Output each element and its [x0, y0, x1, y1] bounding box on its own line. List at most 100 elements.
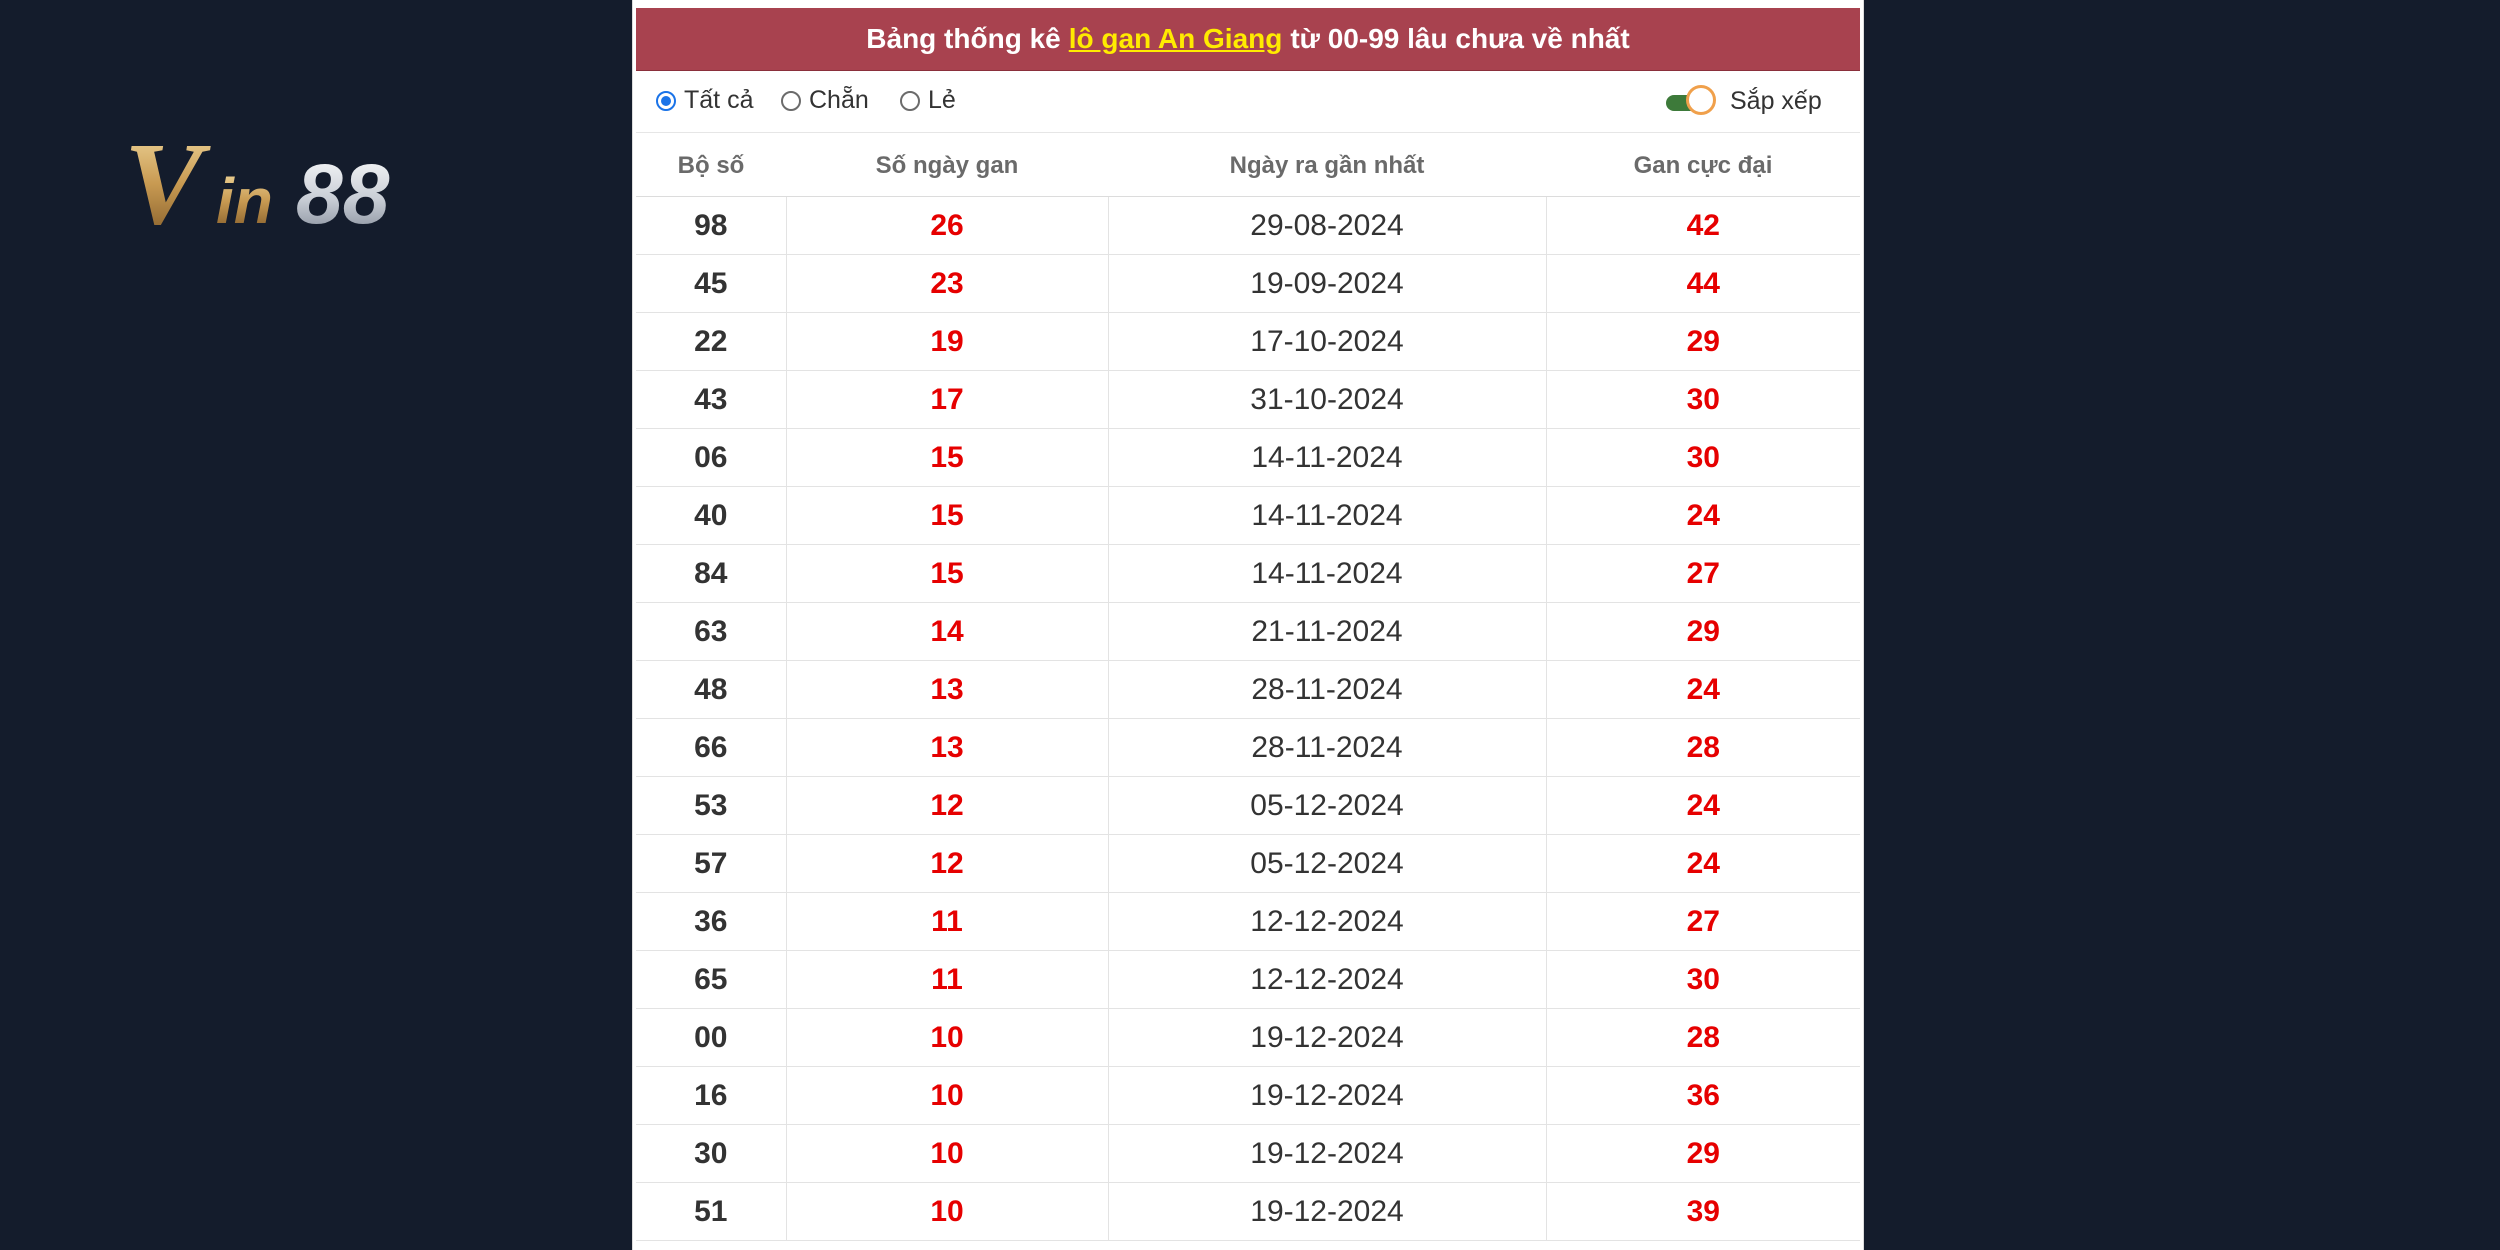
cell-so-ngay-gan: 15	[785, 428, 1108, 487]
cell-gan-cuc-dai: 30	[1545, 428, 1860, 487]
radio-even-icon[interactable]	[781, 90, 801, 111]
cell-so-ngay-gan: 17	[785, 370, 1108, 429]
filter-even-option[interactable]: Chẵn	[781, 86, 869, 115]
panel-title: Bảng thống kê lô gan An Giang từ 00-99 l…	[636, 8, 1860, 71]
cell-so-ngay-gan: 13	[785, 660, 1108, 719]
lo-gan-table: Bộ số Số ngày gan Ngày ra gần nhất Gan c…	[636, 136, 1860, 1241]
cell-bo-so: 16	[636, 1066, 786, 1125]
cell-gan-cuc-dai: 27	[1545, 892, 1860, 951]
cell-so-ngay-gan: 12	[785, 834, 1108, 893]
radio-all-icon[interactable]	[656, 90, 676, 111]
filter-odd-option[interactable]: Lẻ	[900, 86, 956, 115]
cell-ngay-ra: 14-11-2024	[1107, 544, 1546, 603]
cell-ngay-ra: 19-09-2024	[1107, 254, 1546, 313]
table-row: 45 23 19-09-2024 44	[636, 254, 1860, 313]
table-row: 36 11 12-12-2024 27	[636, 892, 1860, 951]
logo-wordmark-gold: V	[124, 118, 211, 238]
cell-so-ngay-gan: 11	[785, 892, 1108, 951]
cell-gan-cuc-dai: 30	[1545, 950, 1860, 1009]
cell-ngay-ra: 14-11-2024	[1107, 428, 1546, 487]
cell-ngay-ra: 05-12-2024	[1107, 776, 1546, 835]
table-row: 43 17 31-10-2024 30	[636, 370, 1860, 429]
sort-toggle-knob	[1686, 85, 1716, 115]
cell-bo-so: 84	[636, 544, 786, 603]
cell-ngay-ra: 19-12-2024	[1107, 1124, 1546, 1183]
table-row: 00 10 19-12-2024 28	[636, 1008, 1860, 1067]
table-row: 65 11 12-12-2024 30	[636, 950, 1860, 1009]
cell-ngay-ra: 28-11-2024	[1107, 660, 1546, 719]
cell-bo-so: 22	[636, 312, 786, 371]
cell-ngay-ra: 31-10-2024	[1107, 370, 1546, 429]
cell-bo-so: 40	[636, 486, 786, 545]
cell-so-ngay-gan: 15	[785, 486, 1108, 545]
cell-ngay-ra: 12-12-2024	[1107, 892, 1546, 951]
cell-gan-cuc-dai: 29	[1545, 602, 1860, 661]
cell-gan-cuc-dai: 29	[1545, 1124, 1860, 1183]
cell-bo-so: 65	[636, 950, 786, 1009]
filter-even-label: Chẵn	[809, 86, 869, 114]
cell-ngay-ra: 17-10-2024	[1107, 312, 1546, 371]
cell-bo-so: 98	[636, 196, 786, 255]
title-link-lo-gan[interactable]: lô gan An Giang	[1069, 23, 1283, 55]
cell-gan-cuc-dai: 44	[1545, 254, 1860, 313]
table-row: 22 19 17-10-2024 29	[636, 312, 1860, 371]
cell-gan-cuc-dai: 28	[1545, 1008, 1860, 1067]
cell-bo-so: 45	[636, 254, 786, 313]
cell-bo-so: 30	[636, 1124, 786, 1183]
cell-ngay-ra: 19-12-2024	[1107, 1008, 1546, 1067]
sort-toggle[interactable]	[1664, 85, 1724, 119]
cell-bo-so: 63	[636, 602, 786, 661]
title-suffix: từ 00-99 lâu chưa về nhất	[1290, 23, 1630, 54]
filter-row: Tất cả Chẵn Lẻ Sắp xếp	[636, 72, 1860, 133]
cell-gan-cuc-dai: 24	[1545, 660, 1860, 719]
cell-gan-cuc-dai: 27	[1545, 544, 1860, 603]
cell-so-ngay-gan: 10	[785, 1066, 1108, 1125]
table-row: 66 13 28-11-2024 28	[636, 718, 1860, 777]
cell-ngay-ra: 19-12-2024	[1107, 1182, 1546, 1241]
cell-bo-so: 43	[636, 370, 786, 429]
cell-gan-cuc-dai: 30	[1545, 370, 1860, 429]
logo-wordmark-88: 88	[296, 147, 390, 238]
cell-gan-cuc-dai: 42	[1545, 196, 1860, 255]
filter-odd-label: Lẻ	[928, 86, 956, 114]
filter-all-label: Tất cả	[684, 86, 754, 114]
cell-ngay-ra: 12-12-2024	[1107, 950, 1546, 1009]
header-so-ngay-gan[interactable]: Số ngày gan	[786, 136, 1108, 197]
header-ngay-ra-gan-nhat[interactable]: Ngày ra gần nhất	[1108, 136, 1546, 197]
table-row: 30 10 19-12-2024 29	[636, 1124, 1860, 1183]
table-row: 84 15 14-11-2024 27	[636, 544, 1860, 603]
logo-wordmark-in: in	[216, 165, 273, 237]
radio-odd-icon[interactable]	[900, 90, 920, 111]
table-row: 63 14 21-11-2024 29	[636, 602, 1860, 661]
table-row: 51 10 19-12-2024 39	[636, 1182, 1860, 1241]
cell-so-ngay-gan: 23	[785, 254, 1108, 313]
cell-ngay-ra: 05-12-2024	[1107, 834, 1546, 893]
sort-label: Sắp xếp	[1730, 87, 1822, 115]
cell-bo-so: 48	[636, 660, 786, 719]
header-bo-so[interactable]: Bộ số	[636, 136, 786, 197]
cell-gan-cuc-dai: 28	[1545, 718, 1860, 777]
table-row: 40 15 14-11-2024 24	[636, 486, 1860, 545]
cell-so-ngay-gan: 19	[785, 312, 1108, 371]
cell-ngay-ra: 29-08-2024	[1107, 196, 1546, 255]
title-prefix: Bảng thống kê	[866, 23, 1061, 54]
cell-so-ngay-gan: 14	[785, 602, 1108, 661]
table-header-row: Bộ số Số ngày gan Ngày ra gần nhất Gan c…	[636, 136, 1860, 197]
cell-gan-cuc-dai: 39	[1545, 1182, 1860, 1241]
cell-bo-so: 53	[636, 776, 786, 835]
cell-so-ngay-gan: 26	[785, 196, 1108, 255]
cell-ngay-ra: 21-11-2024	[1107, 602, 1546, 661]
cell-so-ngay-gan: 11	[785, 950, 1108, 1009]
filter-all-option[interactable]: Tất cả	[656, 86, 753, 115]
cell-bo-so: 57	[636, 834, 786, 893]
cell-so-ngay-gan: 10	[785, 1182, 1108, 1241]
cell-so-ngay-gan: 12	[785, 776, 1108, 835]
cell-so-ngay-gan: 15	[785, 544, 1108, 603]
cell-so-ngay-gan: 10	[785, 1124, 1108, 1183]
table-row: 06 15 14-11-2024 30	[636, 428, 1860, 487]
cell-gan-cuc-dai: 24	[1545, 486, 1860, 545]
cell-ngay-ra: 28-11-2024	[1107, 718, 1546, 777]
header-gan-cuc-dai[interactable]: Gan cực đại	[1546, 136, 1860, 197]
cell-gan-cuc-dai: 36	[1545, 1066, 1860, 1125]
table-row: 53 12 05-12-2024 24	[636, 776, 1860, 835]
